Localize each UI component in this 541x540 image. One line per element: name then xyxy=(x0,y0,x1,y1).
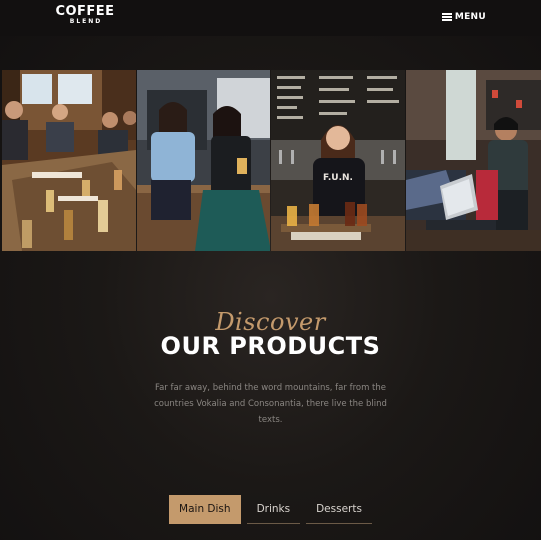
tab-desserts[interactable]: Desserts xyxy=(306,495,372,524)
page: COFFEE BLEND MENU F.U.N. Discover OUR PR… xyxy=(0,0,541,540)
brand-logo[interactable]: COFFEE BLEND xyxy=(55,5,115,26)
gallery-photo-women-laughing[interactable] xyxy=(136,70,270,251)
brand-tagline: BLEND xyxy=(69,18,103,25)
brand-name: COFFEE xyxy=(55,4,115,19)
gallery-photo-bartender[interactable]: F.U.N. xyxy=(271,70,405,251)
photo-gallery: F.U.N. xyxy=(2,70,541,251)
svg-text:F.U.N.: F.U.N. xyxy=(323,173,353,183)
gallery-photo-laptop-cafe[interactable] xyxy=(405,70,541,251)
tab-main-dish[interactable]: Main Dish xyxy=(169,495,241,524)
navbar: COFFEE BLEND MENU xyxy=(0,0,541,36)
products-title: OUR PRODUCTS xyxy=(160,332,381,360)
product-tabs: Main Dish Drinks Desserts xyxy=(0,495,541,524)
tab-drinks[interactable]: Drinks xyxy=(246,495,301,524)
gallery-photo-group-table[interactable] xyxy=(2,70,136,251)
hamburger-icon xyxy=(441,13,452,21)
menu-button[interactable]: MENU xyxy=(441,12,486,22)
products-intro: Far far away, behind the word mountains,… xyxy=(154,383,387,425)
menu-label: MENU xyxy=(454,12,486,22)
